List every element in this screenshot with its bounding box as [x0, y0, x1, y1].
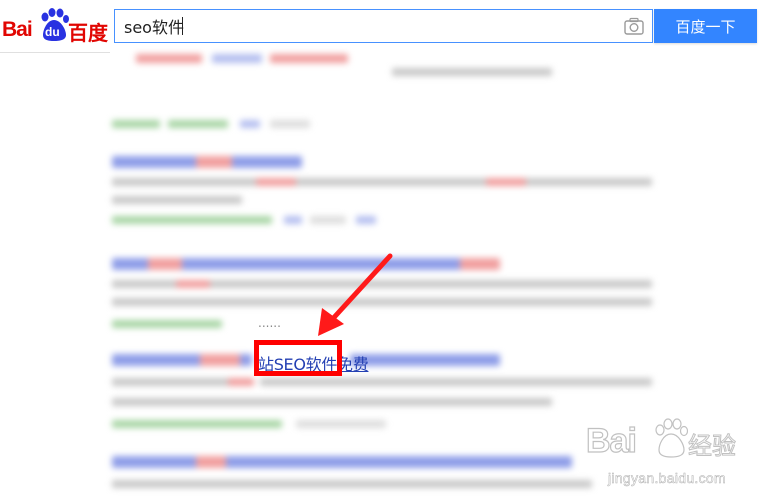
blurred-keyword [460, 258, 500, 270]
blurred-snippet [112, 196, 242, 204]
blurred-snippet [112, 480, 592, 488]
blurred-text [284, 216, 302, 224]
blurred-text [392, 68, 552, 76]
blurred-text [356, 216, 376, 224]
blurred-tab [212, 54, 262, 63]
blurred-url [112, 320, 222, 328]
blurred-snippet [260, 378, 652, 386]
annotation-arrow-icon [318, 253, 393, 336]
result-dots: ...... [258, 316, 281, 330]
blurred-tab [270, 54, 348, 63]
blurred-keyword [256, 178, 296, 186]
blurred-keyword [196, 456, 226, 468]
baidu-jingyan-watermark: Bai 经验 jingyan.baidu.com [574, 414, 760, 500]
blurred-keyword [200, 354, 240, 366]
blurred-text [296, 420, 386, 428]
blurred-keyword [228, 378, 254, 386]
blurred-text [270, 120, 310, 128]
blurred-text [112, 120, 160, 128]
blurred-keyword [148, 258, 182, 270]
watermark-url: jingyan.baidu.com [608, 470, 726, 487]
blurred-snippet [112, 178, 652, 186]
blurred-result-title [112, 456, 572, 468]
blurred-result-title [350, 354, 500, 366]
blurred-text [310, 216, 346, 224]
blurred-snippet [112, 398, 552, 406]
watermark-text-cn: 经验 [688, 432, 737, 461]
blurred-url [112, 420, 282, 428]
blurred-tab [136, 54, 202, 63]
blurred-url [112, 216, 272, 224]
blurred-keyword [196, 156, 232, 168]
watermark-paw-icon [655, 418, 688, 458]
blurred-keyword [176, 280, 210, 288]
blurred-text [168, 120, 228, 128]
blurred-keyword [486, 178, 526, 186]
blurred-text [240, 120, 260, 128]
watermark-text-bai: Bai [585, 421, 637, 460]
